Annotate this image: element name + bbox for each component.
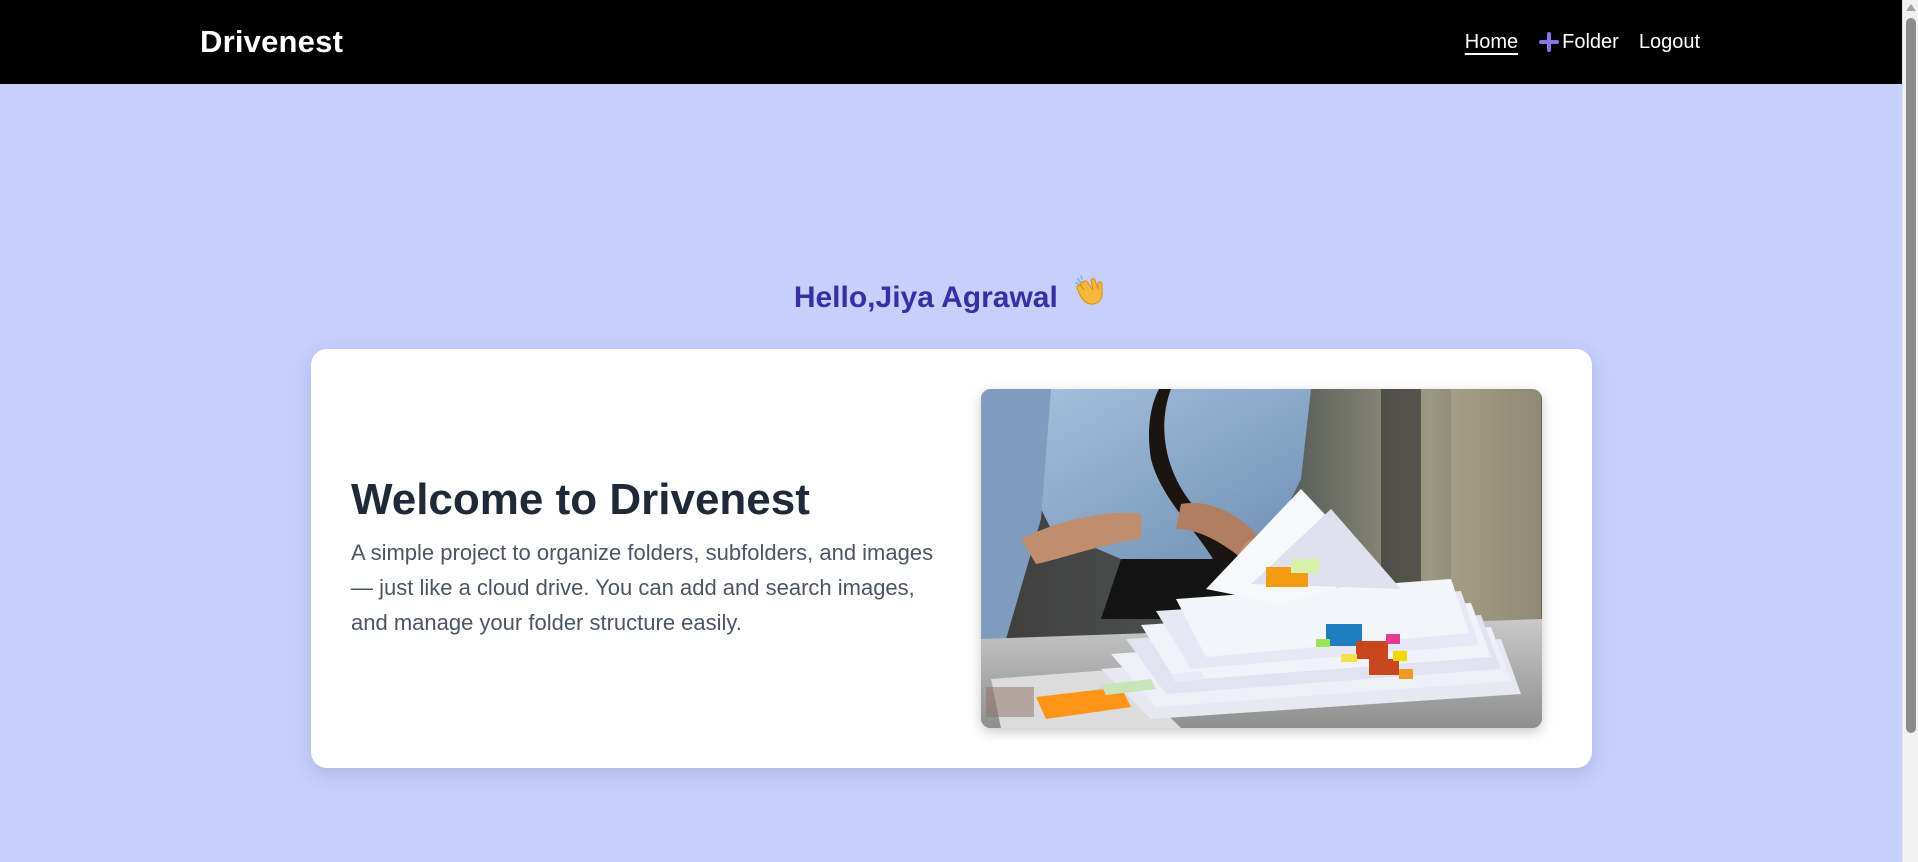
- nav-links: Home Folder Logout: [1465, 30, 1700, 54]
- plus-icon: [1538, 31, 1560, 53]
- scroll-up-arrow-icon[interactable]: [1906, 4, 1916, 11]
- welcome-description: A simple project to organize folders, su…: [351, 540, 934, 635]
- nav-add-folder-link[interactable]: Folder: [1538, 30, 1619, 54]
- welcome-card: Welcome to Drivenest A simple project to…: [311, 349, 1592, 768]
- nav-logout-link[interactable]: Logout: [1639, 30, 1700, 54]
- waving-hand-icon: [1074, 274, 1108, 319]
- nav-home-link[interactable]: Home: [1465, 30, 1518, 54]
- nav-folder-label: Folder: [1562, 31, 1619, 53]
- office-papers-photo: [981, 389, 1542, 728]
- greeting-heading: Hello,Jiya Agrawal: [0, 274, 1902, 319]
- welcome-title: Welcome to Drivenest: [351, 475, 810, 524]
- brand-logo-text[interactable]: Drivenest: [200, 24, 343, 60]
- top-navbar: Drivenest Home Folder Logout: [0, 0, 1902, 84]
- page-scrollbar[interactable]: [1902, 0, 1918, 862]
- greeting-text: Hello,Jiya Agrawal: [793, 281, 1058, 314]
- scroll-thumb[interactable]: [1906, 18, 1916, 733]
